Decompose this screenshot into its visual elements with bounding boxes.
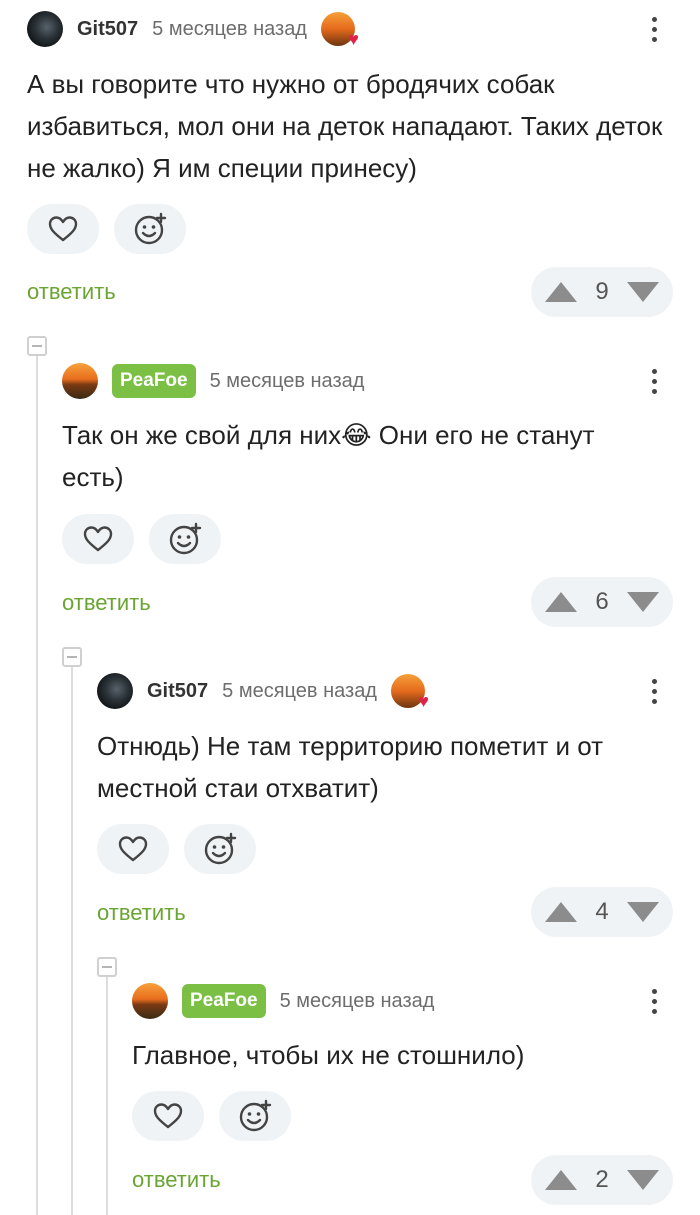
comment-time: 5 месяцев назад: [222, 679, 377, 702]
vote-score: 4: [595, 898, 609, 925]
comment-time: 5 месяцев назад: [209, 369, 365, 392]
downvote-icon[interactable]: [626, 1170, 659, 1190]
add-emoji-icon: [134, 212, 167, 245]
add-reaction-button[interactable]: [149, 514, 221, 564]
like-button[interactable]: [27, 204, 99, 254]
thread-line-level-3: [106, 977, 108, 1215]
username[interactable]: Git507: [147, 680, 208, 703]
more-options-icon[interactable]: [642, 671, 666, 711]
thread-line-level-1: [36, 355, 38, 1215]
laughing-emoji-icon: 😂: [341, 420, 372, 450]
thread-line-level-2: [71, 667, 73, 1215]
comment-text: Так он же свой для них😂 Они его не стану…: [62, 414, 602, 498]
add-reaction-button[interactable]: [114, 204, 186, 254]
avatar[interactable]: [97, 673, 133, 709]
collapse-thread-button[interactable]: [27, 336, 47, 356]
add-reaction-button[interactable]: [219, 1091, 291, 1141]
more-options-icon[interactable]: [642, 361, 666, 401]
comment-header: PeaFoe 5 месяцев назад: [62, 361, 364, 401]
collapse-thread-button[interactable]: [62, 647, 82, 667]
reply-link[interactable]: ответить: [62, 590, 151, 616]
comment-header: PeaFoe 5 месяцев назад: [132, 981, 434, 1021]
upvote-icon[interactable]: [545, 1170, 577, 1190]
heart-icon: [83, 526, 113, 552]
comment-actions: [62, 514, 221, 564]
add-emoji-icon: [239, 1099, 272, 1132]
reply-link[interactable]: ответить: [97, 900, 186, 926]
comment-text: Отнюдь) Не там территорию пометит и от м…: [97, 731, 611, 803]
add-emoji-icon: [169, 522, 202, 555]
comment-time: 5 месяцев назад: [152, 17, 307, 40]
avatar[interactable]: [62, 363, 98, 399]
avatar[interactable]: [27, 11, 63, 47]
comment-text-part: Так он же свой для них: [62, 420, 342, 450]
avatar[interactable]: [132, 983, 168, 1019]
reply-link[interactable]: ответить: [132, 1167, 221, 1193]
comment-actions: [27, 204, 186, 254]
upvote-icon[interactable]: [545, 902, 577, 922]
username-badge[interactable]: PeaFoe: [112, 364, 196, 398]
more-options-icon[interactable]: [642, 9, 666, 49]
vote-box: 2: [531, 1155, 673, 1205]
downvote-icon[interactable]: [626, 902, 659, 922]
vote-box: 6: [531, 577, 673, 627]
comment-time: 5 месяцев назад: [279, 989, 435, 1012]
award-badge-icon: ♥: [320, 12, 359, 48]
like-button[interactable]: [62, 514, 134, 564]
add-reaction-button[interactable]: [184, 824, 256, 874]
reply-link[interactable]: ответить: [27, 279, 116, 305]
vote-box: 4: [531, 887, 673, 937]
comment-text: А вы говорите что нужно от бродячих соба…: [27, 69, 670, 183]
upvote-icon[interactable]: [545, 282, 577, 302]
comment-actions: [97, 824, 256, 874]
like-button[interactable]: [132, 1091, 204, 1141]
upvote-icon[interactable]: [545, 592, 577, 612]
heart-icon: [118, 836, 148, 862]
username-badge[interactable]: PeaFoe: [182, 984, 266, 1018]
comment-header: Git507 5 месяцев назад ♥: [27, 9, 359, 49]
vote-score: 6: [595, 588, 609, 615]
comment-header: Git507 5 месяцев назад ♥: [97, 671, 429, 711]
vote-score: 9: [595, 278, 609, 305]
heart-icon: [153, 1103, 183, 1129]
username[interactable]: Git507: [77, 18, 138, 41]
downvote-icon[interactable]: [626, 282, 659, 302]
award-badge-icon: ♥: [390, 674, 429, 710]
collapse-thread-button[interactable]: [97, 957, 117, 977]
more-options-icon[interactable]: [642, 981, 666, 1021]
vote-box: 9: [531, 267, 673, 317]
downvote-icon[interactable]: [626, 592, 659, 612]
comment-actions: [132, 1091, 291, 1141]
heart-icon: [48, 216, 78, 242]
comment-text: Главное, чтобы их не стошнило): [132, 1040, 525, 1070]
vote-score: 2: [595, 1166, 609, 1193]
add-emoji-icon: [204, 832, 237, 865]
like-button[interactable]: [97, 824, 169, 874]
